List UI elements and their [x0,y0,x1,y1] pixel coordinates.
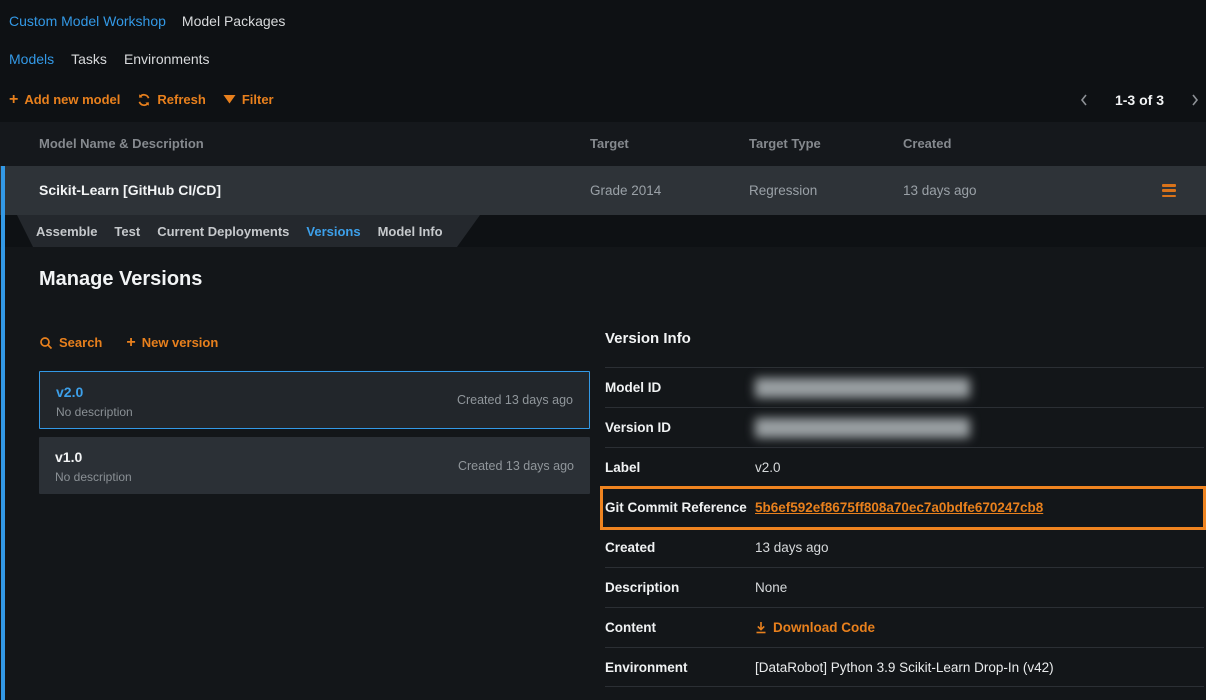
info-label: Label [605,460,755,475]
plus-icon: + [126,336,135,349]
pagination-range: 1-3 of 3 [1115,92,1164,108]
chevron-right-icon[interactable] [1190,93,1200,107]
search-label: Search [59,335,102,350]
manage-versions-title: Manage Versions [39,268,202,291]
info-label: Environment [605,660,755,675]
info-row-version-id: Version ID [605,407,1204,447]
nav-models[interactable]: Models [9,51,54,67]
model-name: Scikit-Learn [GitHub CI/CD] [39,166,221,215]
info-label: Description [605,580,755,595]
version-card-v2[interactable]: v2.0 No description Created 13 days ago [39,371,590,429]
add-new-model-label: Add new model [24,92,120,107]
tab-assemble[interactable]: Assemble [36,224,97,239]
primary-nav: Custom Model Workshop Model Packages [9,13,285,29]
info-label: Content [605,620,755,635]
redacted-value [755,418,970,438]
download-icon [755,621,767,634]
column-target: Target [590,122,629,166]
plus-icon: + [9,93,18,106]
info-value: None [755,580,787,595]
tab-current-deployments[interactable]: Current Deployments [157,224,289,239]
refresh-label: Refresh [157,92,205,107]
filter-label: Filter [242,92,274,107]
refresh-button[interactable]: Refresh [137,92,205,107]
download-code-label: Download Code [773,620,875,635]
info-value: v2.0 [755,460,781,475]
info-row-environment: Environment [DataRobot] Python 3.9 Sciki… [605,647,1204,687]
custom-model-workshop-screen: Custom Model Workshop Model Packages Mod… [0,0,1206,700]
secondary-nav: Models Tasks Environments [9,51,210,67]
filter-button[interactable]: Filter [223,92,274,107]
model-target-type: Regression [749,166,817,215]
version-created: Created 13 days ago [458,459,574,473]
nav-environments[interactable]: Environments [124,51,210,67]
version-description: No description [56,405,573,419]
new-version-button[interactable]: + New version [126,335,218,350]
git-commit-link[interactable]: 5b6ef592ef8675ff808a70ec7a0bdfe670247cb8 [755,500,1043,515]
refresh-icon [137,93,151,107]
version-card-v1[interactable]: v1.0 No description Created 13 days ago [39,437,590,494]
info-row-description: Description None [605,567,1204,607]
info-label: Git Commit Reference [605,500,755,515]
info-row-label: Label v2.0 [605,447,1204,487]
models-table-header: Model Name & Description Target Target T… [0,122,1206,166]
version-created: Created 13 days ago [457,393,573,407]
info-label: Model ID [605,380,755,395]
info-row-model-id: Model ID [605,367,1204,407]
search-icon [39,336,53,350]
model-target: Grade 2014 [590,166,661,215]
model-created: 13 days ago [903,166,977,215]
model-detail-tabs: Assemble Test Current Deployments Versio… [0,215,480,247]
info-label: Created [605,540,755,555]
info-value: 13 days ago [755,540,829,555]
redacted-value [755,378,970,398]
info-label: Version ID [605,420,755,435]
action-bar: + Add new model Refresh Filter [9,92,274,107]
version-info-title: Version Info [605,330,1204,367]
nav-tasks[interactable]: Tasks [71,51,107,67]
row-menu-icon[interactable] [1162,184,1176,197]
search-button[interactable]: Search [39,335,102,350]
tab-test[interactable]: Test [114,224,140,239]
pagination: 1-3 of 3 [1079,92,1200,108]
info-row-content: Content Download Code [605,607,1204,647]
tab-versions[interactable]: Versions [306,224,360,239]
model-table-row[interactable]: Scikit-Learn [GitHub CI/CD] Grade 2014 R… [0,166,1206,215]
info-row-created: Created 13 days ago [605,527,1204,567]
selected-row-indicator [1,166,5,700]
download-code-link[interactable]: Download Code [755,620,875,635]
tab-model-info[interactable]: Model Info [378,224,443,239]
filter-icon [223,94,236,106]
chevron-left-icon[interactable] [1079,93,1089,107]
column-model-name: Model Name & Description [39,122,204,166]
nav-custom-model-workshop[interactable]: Custom Model Workshop [9,13,166,29]
versions-toolbar: Search + New version [39,335,218,350]
column-target-type: Target Type [749,122,821,166]
version-info-panel: Version Info Model ID Version ID Label v… [605,330,1204,687]
info-value: [DataRobot] Python 3.9 Scikit-Learn Drop… [755,660,1054,675]
versions-content: Manage Versions Search + New version v2.… [0,247,1206,700]
add-new-model-button[interactable]: + Add new model [9,92,120,107]
nav-model-packages[interactable]: Model Packages [182,13,286,29]
new-version-label: New version [142,335,219,350]
column-created: Created [903,122,951,166]
info-row-git-commit: Git Commit Reference 5b6ef592ef8675ff808… [605,487,1204,527]
